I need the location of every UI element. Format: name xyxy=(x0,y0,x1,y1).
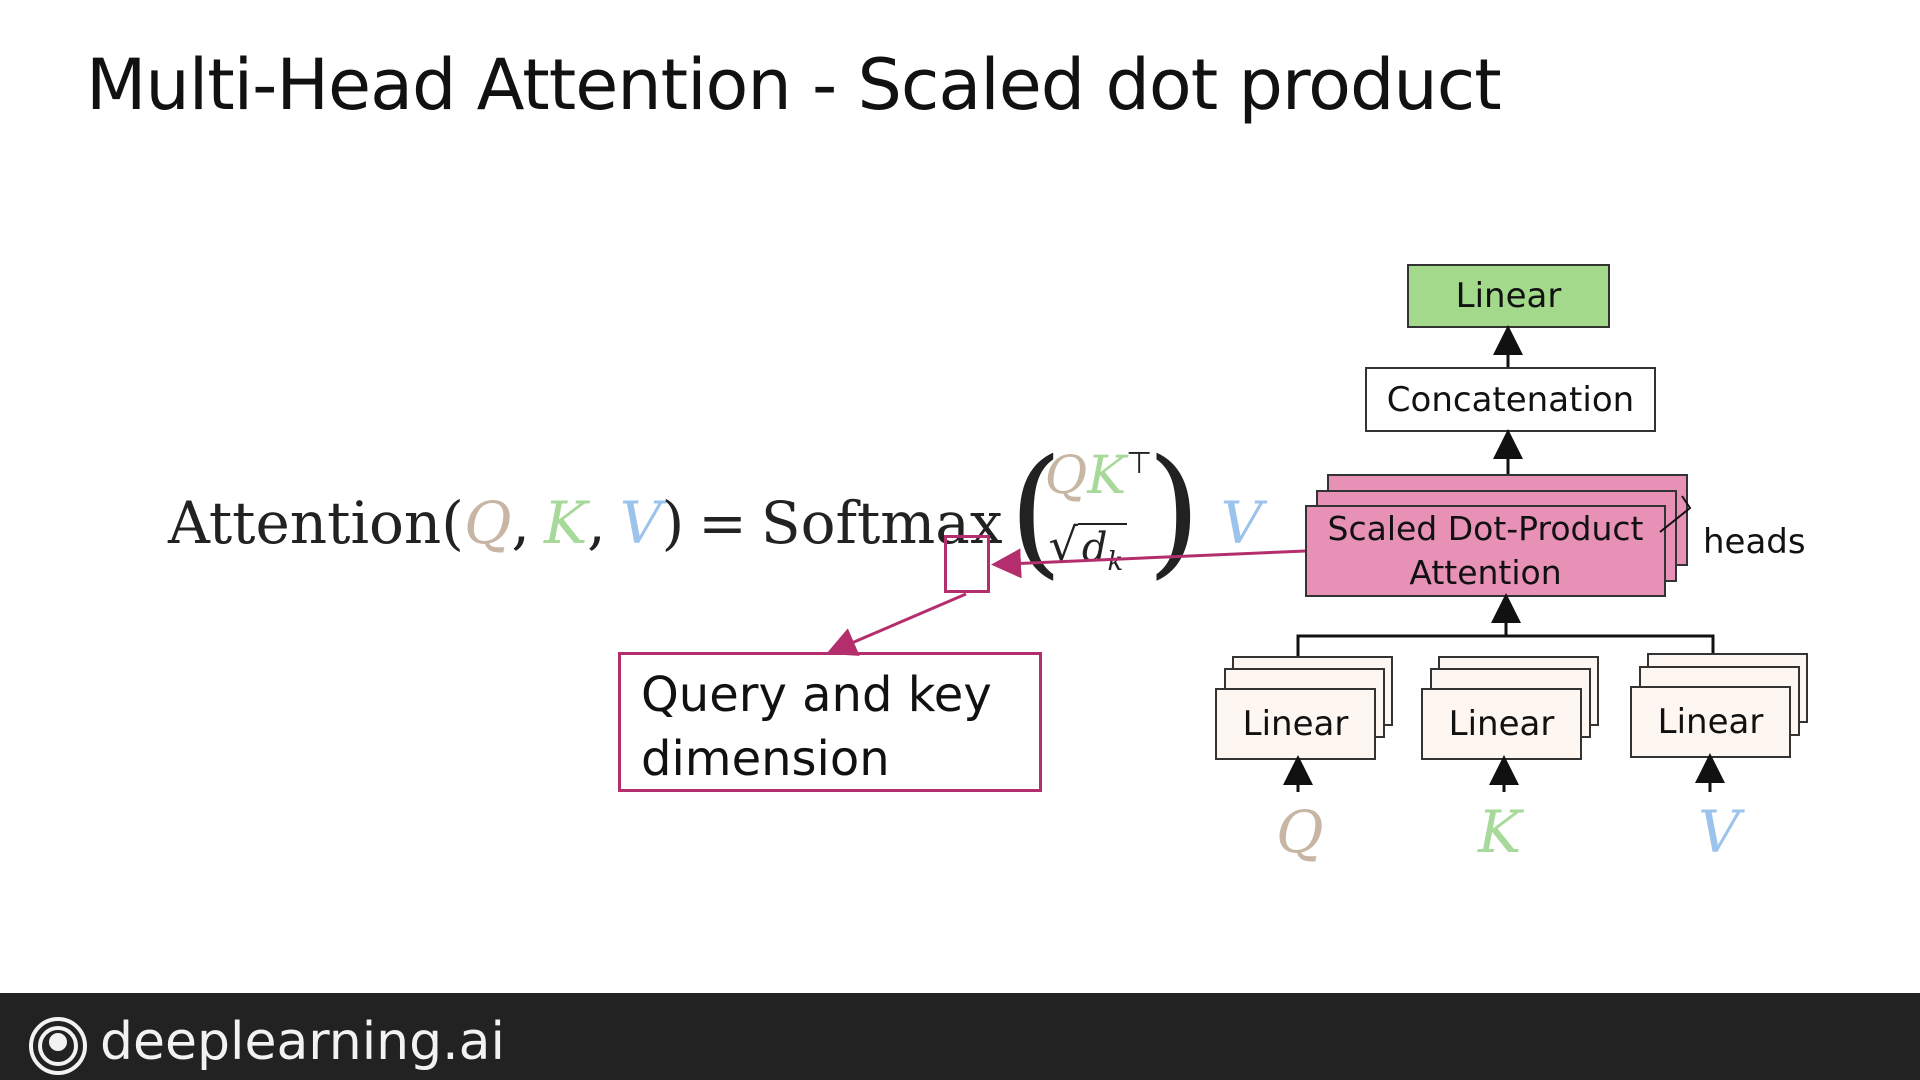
formula-big-close-paren: ) xyxy=(1146,430,1202,593)
formula-v: V xyxy=(619,489,662,557)
numerator-k: K xyxy=(1087,446,1127,506)
attention-formula: Attention ( Q , K , V ) = Softmax ( QK⊤ … xyxy=(168,442,1263,582)
formula-denominator: √ dk xyxy=(1049,518,1128,577)
callout-line-1: Query and key xyxy=(641,667,992,723)
formula-fn: Attention xyxy=(168,489,442,557)
linear-v-box: Linear xyxy=(1630,686,1791,758)
formula-numerator: QK⊤ xyxy=(1045,446,1153,506)
scaled-dot-product-attention-box: Scaled Dot-Product Attention xyxy=(1305,505,1666,597)
dk-subscript: k xyxy=(1107,547,1124,577)
concatenation-box: Concatenation xyxy=(1365,367,1656,432)
formula-output-v: V xyxy=(1220,489,1263,557)
callout-line-2: dimension xyxy=(641,731,890,787)
formula-comma-2: , xyxy=(587,489,606,557)
formula-q: Q xyxy=(463,489,512,557)
numerator-q: Q xyxy=(1044,446,1088,506)
dk-d: d xyxy=(1081,525,1108,571)
formula-equals: = xyxy=(698,489,747,557)
linear-output-box: Linear xyxy=(1407,264,1610,328)
linear-k-box: Linear xyxy=(1421,688,1582,760)
brand-name[interactable]: deeplearning.ai xyxy=(100,1012,505,1072)
sqrt-symbol: √ xyxy=(1048,518,1078,572)
query-key-dimension-callout: Query and key dimension xyxy=(618,652,1042,792)
formula-open-paren: ( xyxy=(441,489,464,557)
input-k-label: K xyxy=(1478,798,1522,866)
dk-highlight-box xyxy=(944,535,990,593)
slide-title: Multi-Head Attention - Scaled dot produc… xyxy=(86,44,1502,126)
heads-label: heads xyxy=(1703,522,1806,562)
sdpa-label-2: Attention xyxy=(1409,553,1562,592)
sdpa-label-1: Scaled Dot-Product xyxy=(1327,509,1644,548)
input-q-label: Q xyxy=(1276,798,1324,866)
formula-close-paren: ) xyxy=(661,489,685,557)
dk-term: dk xyxy=(1077,523,1128,577)
arrow-dk-to-callout xyxy=(826,592,967,656)
linear-q-box: Linear xyxy=(1215,688,1376,760)
formula-fraction: ( QK⊤ √ dk ) xyxy=(1009,430,1202,598)
slide: Multi-Head Attention - Scaled dot produc… xyxy=(0,0,1920,1080)
formula-comma-1: , xyxy=(511,489,530,557)
input-v-label: V xyxy=(1698,798,1740,866)
formula-k: K xyxy=(543,489,588,557)
spiral-logo-icon xyxy=(29,1017,87,1075)
